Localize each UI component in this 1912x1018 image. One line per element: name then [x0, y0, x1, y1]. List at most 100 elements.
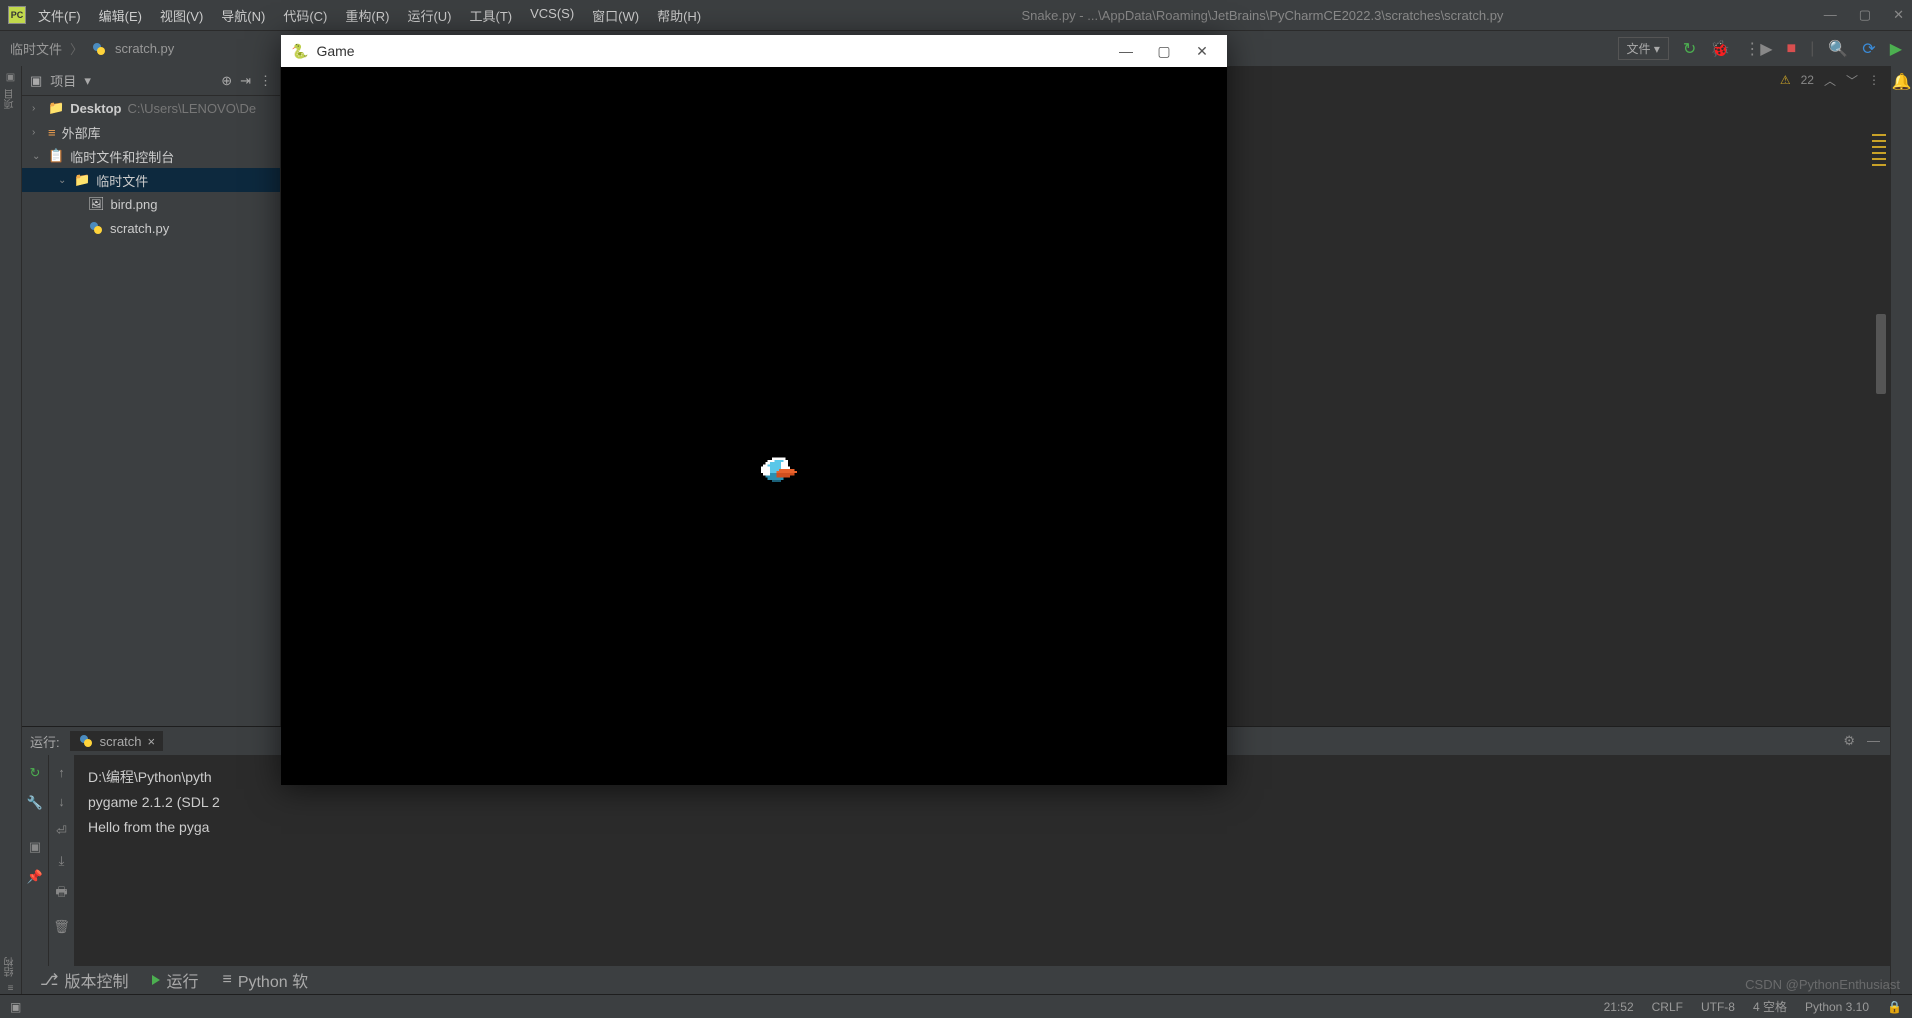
notifications-icon[interactable]: 🔔: [1892, 72, 1912, 92]
debug-icon[interactable]: 🐞: [1710, 39, 1730, 59]
next-highlight-icon[interactable]: ﹀: [1846, 72, 1858, 89]
project-tool-label[interactable]: 项目: [3, 89, 18, 109]
up-icon[interactable]: ↑: [58, 765, 65, 780]
game-close-icon[interactable]: ✕: [1187, 43, 1217, 60]
warning-mark[interactable]: [1872, 140, 1886, 142]
trash-icon[interactable]: 🗑: [53, 919, 70, 935]
warning-mark[interactable]: [1872, 134, 1886, 136]
run-body: ↻ 🔧 ▣ 📌 ↑ ↓ ⏎ ⤓ 🖶 🗑 D:\编程\Python\pyth py…: [22, 755, 1890, 966]
wrench-icon[interactable]: 🔧: [27, 795, 43, 811]
maximize-icon[interactable]: ▢: [1859, 7, 1871, 23]
status-line-sep[interactable]: CRLF: [1652, 1000, 1683, 1014]
status-indent[interactable]: 4 空格: [1753, 998, 1787, 1015]
window-title: Snake.py - ...\AppData\Roaming\JetBrains…: [701, 8, 1824, 23]
close-icon[interactable]: ✕: [1893, 7, 1904, 23]
warning-mark[interactable]: [1872, 152, 1886, 154]
tree-label: 临时文件和控制台: [70, 147, 174, 166]
console-output[interactable]: D:\编程\Python\pyth pygame 2.1.2 (SDL 2 He…: [74, 755, 1890, 966]
menu-window[interactable]: 窗口(W): [592, 6, 639, 25]
menu-view[interactable]: 视图(V): [160, 6, 203, 25]
game-canvas[interactable]: [281, 67, 1227, 785]
app-logo-icon: PC: [8, 6, 26, 24]
run-tab-label: scratch: [100, 734, 142, 749]
breadcrumb-separator-icon: 〉: [70, 39, 83, 58]
run-icon[interactable]: ↻: [1683, 39, 1696, 59]
warning-mark[interactable]: [1872, 164, 1886, 166]
breadcrumb-item[interactable]: 临时文件: [10, 39, 62, 58]
menu-tools[interactable]: 工具(T): [469, 6, 512, 25]
left-tool-stripe: ▣ 项目 结构 ≡: [0, 66, 22, 994]
menu-code[interactable]: 代码(C): [283, 6, 327, 25]
dropdown-icon[interactable]: ▾: [84, 73, 91, 89]
run-gutter-2: ↑ ↓ ⏎ ⤓ 🖶 🗑: [48, 755, 74, 966]
warning-icon[interactable]: ⚠: [1780, 73, 1791, 87]
run-tab-active[interactable]: scratch ×: [70, 731, 164, 751]
tab-label: 运行: [166, 968, 198, 992]
status-tool-icon[interactable]: ▣: [10, 1000, 21, 1014]
layout-icon[interactable]: ▣: [29, 839, 41, 855]
menu-run[interactable]: 运行(U): [407, 6, 451, 25]
game-minimize-icon[interactable]: —: [1111, 43, 1141, 59]
menu-help[interactable]: 帮助(H): [657, 6, 701, 25]
minimize-panel-icon[interactable]: —: [1867, 733, 1880, 749]
image-file-icon: 🖼: [88, 196, 105, 212]
bottom-tab-python[interactable]: ≡Python 软: [212, 966, 318, 994]
down-icon[interactable]: ↓: [58, 794, 65, 809]
status-caret-pos[interactable]: 21:52: [1604, 1000, 1634, 1014]
structure-tool-label[interactable]: 结构: [3, 957, 18, 977]
tree-row-ext-libs[interactable]: › ≡ 外部库: [22, 120, 280, 144]
project-tool-icon[interactable]: ▣: [6, 72, 15, 83]
tree-row-file[interactable]: 🖼 bird.png: [22, 192, 280, 216]
settings-icon[interactable]: ⋮: [259, 73, 272, 89]
project-title: 项目: [50, 71, 76, 90]
pin-icon[interactable]: 📌: [27, 869, 43, 885]
stop-icon[interactable]: ■: [1787, 40, 1797, 58]
close-tab-icon[interactable]: ×: [148, 734, 156, 749]
warning-mark[interactable]: [1872, 158, 1886, 160]
minimize-icon[interactable]: —: [1824, 7, 1837, 23]
menu-file[interactable]: 文件(F): [38, 6, 81, 25]
scrollbar-thumb[interactable]: [1876, 314, 1886, 394]
search-icon[interactable]: 🔍: [1828, 39, 1848, 59]
breadcrumb-item[interactable]: scratch.py: [115, 41, 174, 56]
run-tools: ⚙ —: [1843, 733, 1890, 749]
tree-row-file[interactable]: scratch.py: [22, 216, 280, 240]
editor-more-icon[interactable]: ⋮: [1868, 73, 1880, 87]
game-maximize-icon[interactable]: ▢: [1149, 43, 1179, 60]
tree-row-scratch-folder[interactable]: ⌄ 📁 临时文件: [22, 168, 280, 192]
status-interpreter[interactable]: Python 3.10: [1805, 1000, 1869, 1014]
menu-vcs[interactable]: VCS(S): [530, 6, 574, 25]
lock-icon[interactable]: 🔒: [1887, 1000, 1902, 1014]
chevron-right-icon[interactable]: ›: [32, 127, 42, 138]
gear-icon[interactable]: ⚙: [1843, 733, 1855, 749]
bottom-tab-vcs[interactable]: ⎇版本控制: [30, 966, 138, 994]
warning-count[interactable]: 22: [1801, 73, 1814, 87]
soft-wrap-icon[interactable]: ⏎: [56, 823, 67, 839]
target-icon[interactable]: ⊕: [221, 73, 232, 89]
run-config-select[interactable]: 文件 ▾: [1618, 37, 1669, 60]
tree-path: C:\Users\LENOVO\De: [127, 101, 256, 116]
game-window: 🐍 Game — ▢ ✕: [281, 35, 1227, 785]
play-icon[interactable]: ▶: [1890, 39, 1902, 59]
sync-icon[interactable]: ⟳: [1862, 39, 1875, 59]
status-encoding[interactable]: UTF-8: [1701, 1000, 1735, 1014]
menu-navigate[interactable]: 导航(N): [221, 6, 265, 25]
scroll-end-icon[interactable]: ⤓: [59, 853, 65, 869]
chevron-down-icon[interactable]: ⌄: [58, 175, 68, 186]
menu-refactor[interactable]: 重构(R): [345, 6, 389, 25]
tree-row-scratches[interactable]: ⌄ 📋 临时文件和控制台: [22, 144, 280, 168]
breadcrumb: 临时文件 〉 scratch.py: [10, 39, 174, 58]
menu-edit[interactable]: 编辑(E): [99, 6, 142, 25]
rerun-icon[interactable]: ↻: [30, 765, 41, 781]
tree-row-desktop[interactable]: › 📁 Desktop C:\Users\LENOVO\De: [22, 96, 280, 120]
print-icon[interactable]: 🖶: [55, 883, 67, 905]
chevron-down-icon[interactable]: ⌄: [32, 151, 42, 162]
warning-mark[interactable]: [1872, 146, 1886, 148]
bottom-tab-run[interactable]: 运行: [142, 966, 208, 994]
folder-icon: 📁: [74, 172, 90, 188]
prev-highlight-icon[interactable]: ︿: [1824, 72, 1836, 89]
structure-tool-icon[interactable]: ≡: [8, 983, 14, 994]
more-run-icon[interactable]: ⋮▶: [1744, 39, 1772, 59]
chevron-right-icon[interactable]: ›: [32, 103, 42, 114]
collapse-icon[interactable]: ⇥: [240, 73, 251, 89]
